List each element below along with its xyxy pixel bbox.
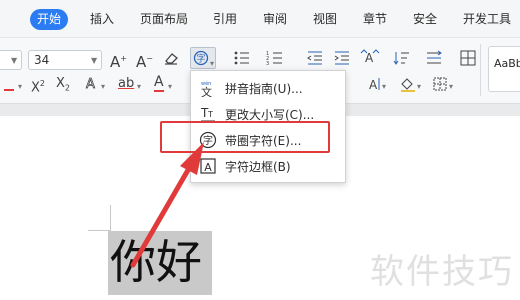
annotation-arrow bbox=[130, 142, 204, 268]
wps-writer-window: { "tabs": ["开始", "插入", "页面布局", "引用", "审阅… bbox=[0, 0, 520, 300]
